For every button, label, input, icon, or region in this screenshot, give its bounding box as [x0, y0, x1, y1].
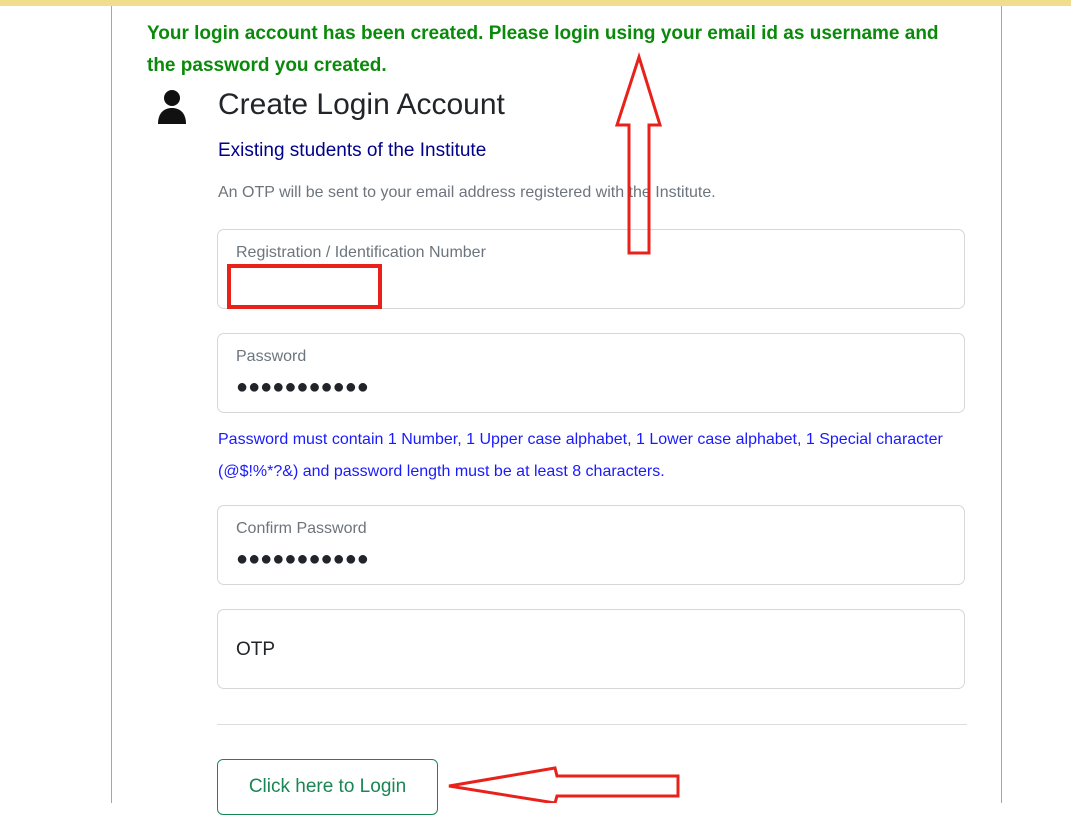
registration-number-value: [230, 262, 380, 306]
annotation-left-arrow: [448, 766, 680, 803]
confirm-password-field[interactable]: Confirm Password ●●●●●●●●●●●: [217, 505, 965, 585]
registration-number-label: Registration / Identification Number: [236, 244, 486, 261]
card-left-border: [111, 6, 112, 803]
otp-placeholder: OTP: [236, 639, 276, 660]
login-button[interactable]: Click here to Login: [217, 759, 438, 815]
card-subtitle: Existing students of the Institute: [218, 140, 487, 161]
registration-number-field[interactable]: Registration / Identification Number: [217, 229, 965, 309]
confirm-password-value: ●●●●●●●●●●●: [236, 548, 369, 570]
form-divider: [217, 724, 967, 725]
otp-field[interactable]: OTP: [217, 609, 965, 689]
confirm-password-label: Confirm Password: [236, 520, 367, 537]
top-stripe: [0, 0, 1071, 6]
success-message: Your login account has been created. Ple…: [147, 23, 939, 76]
user-icon: [158, 90, 186, 124]
password-field[interactable]: Password ●●●●●●●●●●●: [217, 333, 965, 413]
annotation-up-arrow: [614, 52, 663, 255]
card-right-border: [1001, 6, 1002, 803]
password-label: Password: [236, 348, 307, 365]
card-title: Create Login Account: [218, 88, 505, 121]
otp-help-text: An OTP will be sent to your email addres…: [218, 184, 716, 201]
password-rule-text: Password must contain 1 Number, 1 Upper …: [218, 431, 943, 480]
password-value: ●●●●●●●●●●●: [236, 376, 369, 398]
